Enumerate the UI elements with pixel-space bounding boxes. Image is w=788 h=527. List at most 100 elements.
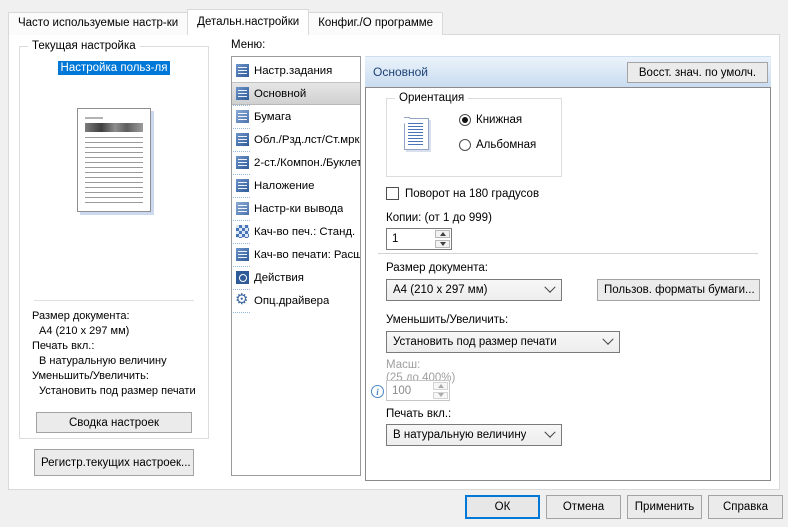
menu-item-label: Наложение <box>254 179 315 192</box>
thumbnail-title-line <box>85 117 103 119</box>
current-setting-group-title: Текущая настройка <box>28 39 140 53</box>
section-body: Ориентация Книжная Альбомная Поворот на 1… <box>365 87 771 481</box>
radio-indicator <box>459 139 471 151</box>
page-preview-thumbnail <box>77 108 151 212</box>
radio-label: Книжная <box>476 114 523 126</box>
menu-item-job-settings[interactable]: Настр.задания <box>232 59 360 83</box>
footer-buttons: ОК Отмена Применить Справка <box>465 495 783 519</box>
tab-page: Текущая настройка Настройка польз-ля Раз… <box>8 34 780 490</box>
summary-line: Печать вкл.: <box>32 340 95 352</box>
tab-detailed[interactable]: Детальн.настройки <box>187 9 310 35</box>
settings-summary: Размер документа: A4 (210 x 297 мм) Печать… <box>32 309 205 399</box>
menu-item-driver-options[interactable]: Опц.драйвера <box>232 289 360 313</box>
copies-label: Копии: (от 1 до 999) <box>386 212 492 224</box>
thumbnail-text-lines <box>85 137 143 203</box>
orientation-group: Ориентация Книжная Альбомная <box>386 91 562 177</box>
ok-button[interactable]: ОК <box>465 495 540 519</box>
orientation-options: Книжная Альбомная <box>459 114 536 151</box>
menu-item-label: 2-ст./Компон./Буклет <box>254 156 360 169</box>
menu-item-overlay[interactable]: Наложение <box>232 174 360 198</box>
apply-button[interactable]: Применить <box>627 495 702 519</box>
chevron-down-icon <box>544 281 556 293</box>
chevron-down-icon <box>544 426 556 438</box>
menu-item-actions[interactable]: Действия <box>232 266 360 290</box>
print-on-dropdown[interactable]: В натуральную величину <box>386 424 562 446</box>
paper-icon <box>236 110 249 123</box>
left-separator <box>34 300 194 301</box>
info-icon <box>371 385 384 398</box>
menu-list: Настр.задания Основной Бумага Обл./Рзд.лст/… <box>231 56 361 476</box>
selected-setting[interactable]: Настройка польз-ля <box>20 61 208 75</box>
document-size-label: Размер документа: <box>386 262 488 274</box>
output-settings-icon <box>236 202 249 215</box>
menu-item-cover-sheet[interactable]: Обл./Рзд.лст/Ст.мрк. <box>232 128 360 152</box>
summary-line: В натуральную величину <box>39 355 167 367</box>
tab-bar: Часто используемые настр-ки Детальн.настр… <box>8 9 444 35</box>
radio-label: Альбомная <box>476 139 537 151</box>
custom-paper-formats-button[interactable]: Пользов. форматы бумаги... <box>597 279 760 301</box>
menu-item-label: Обл./Рзд.лст/Ст.мрк. <box>254 133 360 146</box>
spin-up-button[interactable] <box>435 230 450 238</box>
document-size-dropdown[interactable]: A4 (210 x 297 мм) <box>386 279 562 301</box>
chevron-down-icon <box>602 333 614 345</box>
driver-options-icon <box>235 293 249 307</box>
radio-portrait[interactable]: Книжная <box>459 114 536 126</box>
summary-line: Уменьшить/Увеличить: <box>32 370 149 382</box>
checkbox-indicator <box>386 187 399 200</box>
tab-configure[interactable]: Конфиг./О программе <box>308 12 444 35</box>
quality-advanced-icon <box>236 248 249 261</box>
restore-defaults-button[interactable]: Восст. знач. по умолч. <box>627 62 768 83</box>
menu-item-label: Настр-ки вывода <box>254 202 344 215</box>
spin-down-button <box>433 391 448 399</box>
menu-item-label: Кач-во печати: Расш. <box>254 248 360 261</box>
menu-item-quality-advanced[interactable]: Кач-во печати: Расш. <box>232 243 360 267</box>
horizontal-separator <box>378 253 758 254</box>
document-size-value: A4 (210 x 297 мм) <box>393 284 488 296</box>
spin-up-button <box>433 382 448 390</box>
register-current-settings-button[interactable]: Регистр.текущих настроек... <box>34 449 194 476</box>
basic-icon <box>236 87 249 100</box>
summary-line: A4 (210 x 297 мм) <box>39 325 130 337</box>
cancel-button[interactable]: Отмена <box>546 495 621 519</box>
selected-setting-label: Настройка польз-ля <box>57 61 171 75</box>
scale-spin-buttons <box>432 381 449 400</box>
reduce-enlarge-label: Уменьшить/Увеличить: <box>386 314 509 326</box>
copies-spin-buttons <box>434 229 451 249</box>
menu-item-label: Основной <box>254 87 307 100</box>
duplex-booklet-icon <box>236 156 249 169</box>
overlay-icon <box>236 179 249 192</box>
printer-settings-dialog: { "tabs": [ {"id": "favorite", "label": … <box>0 0 788 527</box>
scale-label: Масш: <box>386 359 421 371</box>
radio-landscape[interactable]: Альбомная <box>459 139 536 151</box>
menu-label: Меню: <box>231 39 266 51</box>
job-settings-icon <box>236 64 249 77</box>
scale-value: 100 <box>392 384 412 397</box>
tab-favorite[interactable]: Часто используемые настр-ки <box>8 12 189 35</box>
copies-spinner[interactable]: 1 <box>386 228 452 250</box>
menu-item-output-settings[interactable]: Настр-ки вывода <box>232 197 360 221</box>
reduce-enlarge-value: Установить под размер печати <box>393 336 557 348</box>
menu-item-label: Действия <box>254 271 304 284</box>
menu-item-label: Бумага <box>254 110 292 123</box>
settings-summary-button[interactable]: Сводка настроек <box>36 412 192 433</box>
summary-line: Размер документа: <box>32 310 130 322</box>
portrait-page-icon <box>404 118 429 150</box>
rotate-180-label: Поворот на 180 градусов <box>405 187 540 200</box>
spin-down-button[interactable] <box>435 240 450 248</box>
reduce-enlarge-dropdown[interactable]: Установить под размер печати <box>386 331 620 353</box>
summary-line: Установить под размер печати <box>39 385 196 397</box>
rotate-180-checkbox[interactable]: Поворот на 180 градусов <box>386 187 539 200</box>
menu-item-label: Кач-во печ.: Станд. <box>254 225 356 238</box>
menu-item-duplex-booklet[interactable]: 2-ст./Компон./Буклет <box>232 151 360 175</box>
help-button[interactable]: Справка <box>708 495 783 519</box>
menu-item-label: Настр.задания <box>254 64 333 77</box>
print-on-label: Печать вкл.: <box>386 408 452 420</box>
menu-item-basic[interactable]: Основной <box>232 82 360 106</box>
menu-item-label: Опц.драйвера <box>254 294 330 307</box>
scale-spinner: 100 <box>386 380 450 401</box>
menu-item-quality-standard[interactable]: Кач-во печ.: Станд. <box>232 220 360 244</box>
print-on-value: В натуральную величину <box>393 429 527 441</box>
radio-indicator <box>459 114 471 126</box>
quality-standard-icon <box>236 225 249 238</box>
menu-item-paper[interactable]: Бумага <box>232 105 360 129</box>
